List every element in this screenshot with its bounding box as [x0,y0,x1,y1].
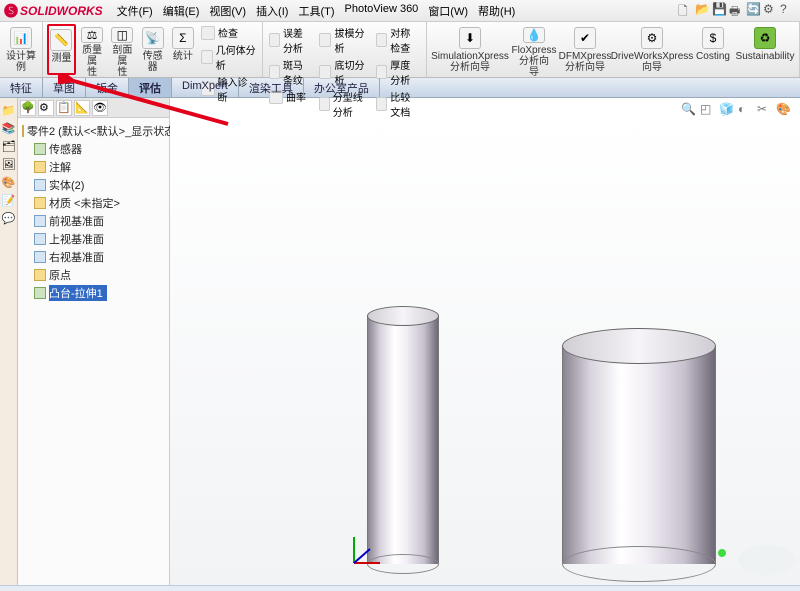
graphics-viewport[interactable] [170,118,800,585]
menu-photoview[interactable]: PhotoView 360 [341,1,423,21]
feature-manager-tabs: 🌳 ⚙ 📋 📐 👁 [18,98,169,118]
rebuild-icon[interactable]: 🔄 [746,2,760,16]
taskpane-design-library-icon[interactable]: 📚 [2,122,16,136]
taskpane-view-palette-icon[interactable]: 🖼 [2,158,16,172]
design-study-button[interactable]: 📊设计算例 [4,24,38,75]
save-icon[interactable]: 💾 [712,2,726,16]
fm-tab-property-icon[interactable]: ⚙ [38,100,54,116]
help-icon[interactable]: ? [780,2,794,16]
app-logo: 🅢SOLIDWORKS [4,1,103,21]
tab-sketch[interactable]: 草图 [43,78,86,97]
section-properties-button[interactable]: ◫剖面属性 [108,24,136,75]
geometry-analysis-button[interactable]: 几何体分析 [199,41,258,73]
new-icon[interactable]: 🗋 [678,2,692,16]
tab-office[interactable]: 办公室产品 [304,78,380,97]
costing-button[interactable]: $Costing [693,24,733,75]
fm-tab-display-icon[interactable]: 👁 [92,100,108,116]
taskpane-forum-icon[interactable]: 💬 [2,212,16,226]
tree-right-plane[interactable]: 右视基准面 [22,248,165,266]
print-icon[interactable]: 🖶 [729,2,743,16]
tree-annotations[interactable]: 注解 [22,158,165,176]
tree-solid-bodies[interactable]: 实体(2) [22,176,165,194]
fm-tab-tree-icon[interactable]: 🌳 [20,100,36,116]
view-toolbar: 🔍 ◰ 🧊 ◐ ✂ 🎨 [681,102,792,118]
open-icon[interactable]: 📂 [695,2,709,16]
menu-window[interactable]: 窗口(W) [424,1,472,21]
sensor-button[interactable]: 📡传感器 [138,24,166,75]
fm-tab-config-icon[interactable]: 📋 [56,100,72,116]
menu-file[interactable]: 文件(F) [113,1,157,21]
cylinder-small[interactable] [367,316,439,564]
quick-access-toolbar: 🗋 📂 💾 🖶 🔄 ⚙ ? [678,2,794,16]
draft-analysis-button[interactable]: 拔模分析 [317,24,373,56]
menu-view[interactable]: 视图(V) [205,1,250,21]
status-bar [0,585,800,591]
thickness-analysis-button[interactable]: 厚度分析 [374,56,422,88]
watermark-icon [738,545,796,575]
dfmxpress-button[interactable]: ✔DFMXpress分析向导 [559,24,611,75]
menu-insert[interactable]: 插入(I) [252,1,292,21]
options-icon[interactable]: ⚙ [763,2,777,16]
menu-help[interactable]: 帮助(H) [474,1,519,21]
tab-render[interactable]: 渲染工具 [239,78,304,97]
feature-tree: 零件2 (默认<<默认>_显示状态 传感器 注解 实体(2) 材质 <未指定> … [18,118,169,306]
feature-manager-panel: 🌳 ⚙ 📋 📐 👁 零件2 (默认<<默认>_显示状态 传感器 注解 实体(2)… [18,98,170,585]
symmetry-check-button[interactable]: 对称检查 [374,24,422,56]
title-bar: 🅢SOLIDWORKS 文件(F) 编辑(E) 视图(V) 插入(I) 工具(T… [0,0,800,22]
simulationxpress-button[interactable]: ⬇SimulationXpress分析向导 [431,24,509,75]
fm-tab-dimxpert-icon[interactable]: 📐 [74,100,90,116]
tab-evaluate[interactable]: 评估 [129,78,172,97]
tree-sensors[interactable]: 传感器 [22,140,165,158]
menu-tools[interactable]: 工具(T) [294,1,338,21]
taskpane-resources-icon[interactable]: 📁 [2,104,16,118]
display-style-icon[interactable]: ◐ [738,102,754,118]
tab-features[interactable]: 特征 [0,78,43,97]
tree-origin[interactable]: 原点 [22,266,165,284]
tree-front-plane[interactable]: 前视基准面 [22,212,165,230]
compare-documents-button[interactable]: 比较文档 [374,88,422,120]
taskpane-custom-props-icon[interactable]: 📝 [2,194,16,208]
tree-top-plane[interactable]: 上视基准面 [22,230,165,248]
taskpane-file-explorer-icon[interactable]: 🗂 [2,140,16,154]
selection-handle-icon[interactable] [718,549,726,557]
tree-material[interactable]: 材质 <未指定> [22,194,165,212]
scene-icon[interactable]: 🎨 [776,102,792,118]
driveworksxpress-button[interactable]: ⚙DriveWorksXpress向导 [613,24,691,75]
statistics-button[interactable]: Σ统计 [169,24,197,75]
zoom-fit-icon[interactable]: 🔍 [681,102,697,118]
sustainability-button[interactable]: ♻Sustainability [735,24,795,75]
cylinder-large[interactable] [562,346,716,564]
tree-root-part[interactable]: 零件2 (默认<<默认>_显示状态 [22,122,165,140]
task-pane-bar: 📁 📚 🗂 🖼 🎨 📝 💬 [0,98,18,585]
ribbon: 📊设计算例 📏测量 ⚖质量属性 ◫剖面属性 📡传感器 Σ统计 检查 几何体分析 … [0,22,800,78]
floxpress-button[interactable]: 💧FloXpress分析向导 [511,24,557,75]
tab-sheetmetal[interactable]: 钣金 [86,78,129,97]
zoom-area-icon[interactable]: ◰ [700,102,716,118]
tree-extrude1[interactable]: 凸台-拉伸1 [22,284,165,302]
menu-bar: 文件(F) 编辑(E) 视图(V) 插入(I) 工具(T) PhotoView … [113,1,520,21]
orientation-triad-icon [346,529,388,571]
taskpane-appearances-icon[interactable]: 🎨 [2,176,16,190]
mass-properties-button[interactable]: ⚖质量属性 [78,24,106,75]
tab-dimxpert[interactable]: DimXpert [172,78,239,97]
menu-edit[interactable]: 编辑(E) [159,1,204,21]
check-button[interactable]: 检查 [199,24,258,41]
measure-button[interactable]: 📏测量 [47,24,76,75]
view-orientation-icon[interactable]: 🧊 [719,102,735,118]
deviation-analysis-button[interactable]: 误差分析 [267,24,315,56]
section-view-icon[interactable]: ✂ [757,102,773,118]
